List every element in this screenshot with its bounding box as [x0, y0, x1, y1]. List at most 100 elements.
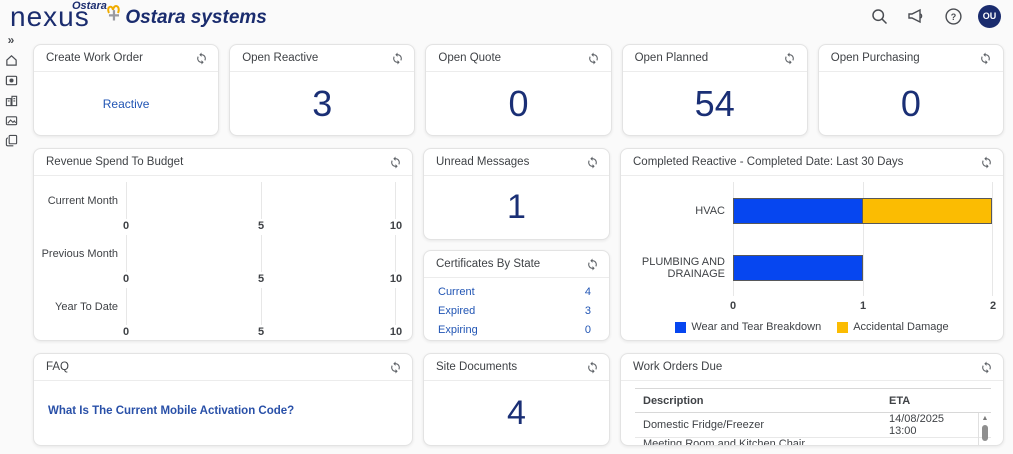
- scroll-up-icon[interactable]: ▲: [982, 415, 989, 423]
- card-open-quote: Open Quote 0: [425, 44, 612, 136]
- refresh-icon[interactable]: [977, 358, 995, 376]
- revenue-subchart-year-to-date: Year To Date 0 5 10: [40, 288, 402, 340]
- wo-description: Domestic Fridge/Freezer: [635, 412, 881, 438]
- cert-label: Expiring: [438, 324, 478, 336]
- refresh-icon[interactable]: [583, 255, 601, 273]
- revenue-subchart-current-month: Current Month 0 5 10: [40, 182, 402, 235]
- card-certificates-by-state: Certificates By State Current 4 Expired …: [423, 250, 610, 341]
- certificates-row-current[interactable]: Current 4: [438, 286, 591, 298]
- bar-segment-wear-tear[interactable]: [733, 197, 863, 224]
- work-orders-table: Description ETA Domestic Fridge/Freezer …: [635, 388, 991, 445]
- butterfly-icon: [106, 2, 122, 16]
- cert-label: Expired: [438, 305, 476, 317]
- x-tick: 5: [257, 273, 265, 285]
- refresh-icon[interactable]: [977, 153, 995, 171]
- header-actions: ? OU: [867, 4, 1001, 28]
- open-quote-count: 0: [508, 82, 529, 124]
- middle-column: Unread Messages 1 Certificates By State: [423, 148, 610, 341]
- refresh-icon[interactable]: [583, 153, 601, 171]
- site-documents-count: 4: [507, 393, 526, 432]
- table-header-row: Description ETA: [635, 388, 991, 413]
- cert-label: Current: [438, 286, 475, 298]
- certificates-list: Current 4 Expired 3 Expiring 0: [424, 278, 609, 336]
- open-planned-count: 54: [694, 82, 735, 124]
- megaphone-icon[interactable]: [904, 4, 928, 28]
- refresh-icon[interactable]: [583, 358, 601, 376]
- card-unread-messages: Unread Messages 1: [423, 148, 610, 240]
- faq-question-link[interactable]: What Is The Current Mobile Activation Co…: [34, 381, 412, 417]
- home-icon[interactable]: [3, 53, 19, 67]
- table-row[interactable]: Meeting Room and Kitchen Chair Assessmen…: [635, 437, 991, 445]
- x-tick: 0: [122, 273, 130, 285]
- card-title: Open Purchasing: [830, 52, 920, 64]
- kpi-row: Create Work Order Reactive Open Reactive…: [33, 44, 1004, 136]
- x-tick: 10: [389, 220, 403, 232]
- category-label: HVAC: [695, 204, 725, 217]
- card-title: Revenue Spend To Budget: [46, 156, 184, 168]
- card-title: Site Documents: [436, 361, 518, 373]
- scrollbar-thumb[interactable]: [982, 425, 988, 441]
- table-scrollbar[interactable]: ▲ ▼: [978, 413, 991, 445]
- wo-description: Meeting Room and Kitchen Chair Assessmen…: [635, 437, 881, 445]
- card-title: Open Reactive: [242, 52, 319, 64]
- card-title: Completed Reactive - Completed Date: Las…: [633, 156, 904, 168]
- category-label: Year To Date: [55, 300, 118, 313]
- card-open-reactive: Open Reactive 3: [229, 44, 416, 136]
- column-header-description: Description: [635, 388, 881, 413]
- card-open-purchasing: Open Purchasing 0: [817, 44, 1004, 136]
- card-faq: FAQ What Is The Current Mobile Activatio…: [33, 353, 413, 446]
- legend-label: Wear and Tear Breakdown: [691, 321, 822, 333]
- legend-accidental: Accidental Damage: [837, 321, 949, 333]
- refresh-icon[interactable]: [585, 49, 603, 67]
- app-header: nexus Ostara + Ostara systems ? OU: [0, 0, 1013, 36]
- image-card-icon[interactable]: [3, 113, 19, 127]
- table-row[interactable]: Domestic Fridge/Freezer 14/08/2025 13:00: [635, 412, 991, 438]
- logo-brand-suffix: Ostara systems: [125, 7, 267, 28]
- card-title: Open Quote: [438, 52, 502, 64]
- refresh-icon[interactable]: [386, 153, 404, 171]
- certificates-row-expired[interactable]: Expired 3: [438, 305, 591, 317]
- card-title: Create Work Order: [46, 52, 143, 64]
- refresh-icon[interactable]: [386, 358, 404, 376]
- revenue-subchart-previous-month: Previous Month 0 5 10: [40, 235, 402, 288]
- buildings-icon[interactable]: [3, 93, 19, 107]
- bar-segment-wear-tear[interactable]: [733, 254, 863, 281]
- refresh-icon[interactable]: [781, 49, 799, 67]
- logo-ostara-script: Ostara: [72, 0, 107, 12]
- middle-row: Revenue Spend To Budget Current Month 0 …: [33, 148, 1004, 341]
- cert-value: 3: [584, 305, 591, 317]
- card-title: Certificates By State: [436, 258, 541, 270]
- app-logo: nexus Ostara + Ostara systems: [10, 0, 267, 35]
- card-open-planned: Open Planned 54: [621, 44, 808, 136]
- cert-value: 0: [584, 324, 591, 336]
- refresh-icon[interactable]: [977, 49, 995, 67]
- card-title: Work Orders Due: [633, 361, 723, 373]
- x-tick: 2: [989, 300, 997, 312]
- work-order-box-icon[interactable]: [3, 73, 19, 87]
- dashboard: Create Work Order Reactive Open Reactive…: [33, 44, 1004, 446]
- category-label: Previous Month: [41, 247, 118, 260]
- sidebar-expand-icon[interactable]: »: [3, 33, 19, 47]
- bar-row-plumbing: PLUMBING AND DRAINAGE: [621, 239, 993, 296]
- documents-icon[interactable]: [3, 133, 19, 147]
- category-label: PLUMBING AND DRAINAGE: [641, 255, 725, 280]
- x-tick: 1: [859, 300, 867, 312]
- search-icon[interactable]: [867, 4, 891, 28]
- wo-eta: 14/08/2025 13:00: [881, 412, 977, 438]
- bar-segment-accidental[interactable]: [862, 197, 992, 224]
- x-tick: 0: [729, 300, 737, 312]
- create-reactive-link[interactable]: Reactive: [34, 72, 218, 135]
- card-completed-reactive: Completed Reactive - Completed Date: Las…: [620, 148, 1004, 341]
- revenue-chart: Current Month 0 5 10 Previous Month 0 5 …: [34, 176, 412, 340]
- svg-text:?: ?: [950, 12, 956, 22]
- user-avatar[interactable]: OU: [978, 4, 1001, 28]
- wo-eta: [881, 437, 977, 445]
- certificates-row-expiring[interactable]: Expiring 0: [438, 324, 591, 336]
- refresh-icon[interactable]: [388, 49, 406, 67]
- card-site-documents: Site Documents 4: [423, 353, 610, 446]
- refresh-icon[interactable]: [192, 49, 210, 67]
- completed-reactive-chart: HVAC PLUMBING AND DRAINAGE 0 1 2 Wear an…: [621, 176, 1003, 340]
- help-icon[interactable]: ?: [941, 4, 965, 28]
- bar-row-hvac: HVAC: [621, 182, 993, 239]
- column-header-eta: ETA: [881, 388, 977, 413]
